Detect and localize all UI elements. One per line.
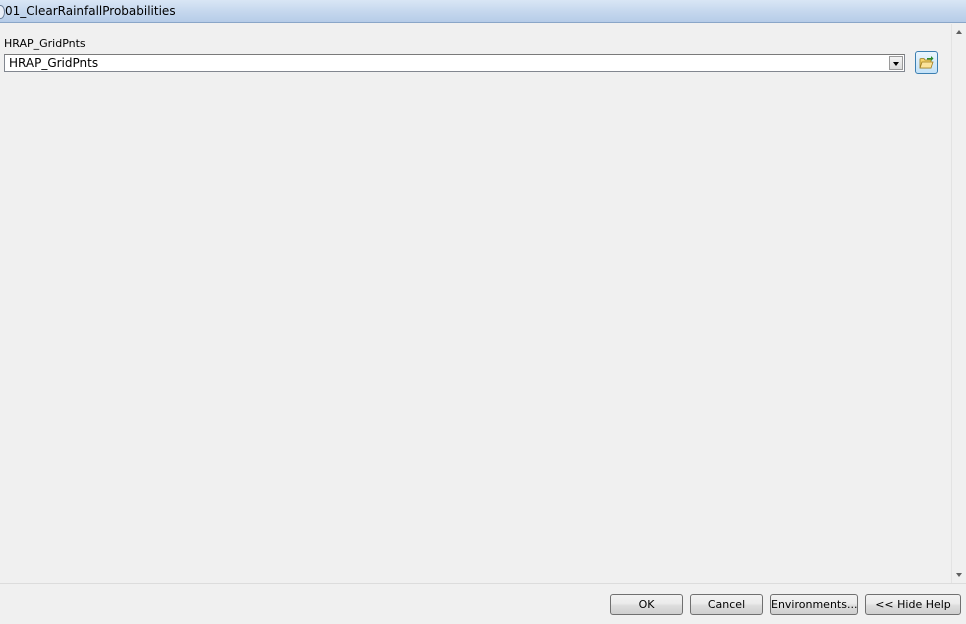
scroll-up-icon[interactable]: [956, 30, 962, 34]
ok-button[interactable]: OK: [610, 594, 683, 615]
tool-dialog: 01_ClearRainfallProbabilities HRAP_GridP…: [0, 0, 966, 624]
window-title: 01_ClearRainfallProbabilities: [5, 4, 176, 18]
environments-button[interactable]: Environments...: [770, 594, 858, 615]
cancel-button[interactable]: Cancel: [690, 594, 763, 615]
title-bar: 01_ClearRainfallProbabilities: [0, 0, 966, 23]
vertical-scrollbar[interactable]: [951, 24, 966, 583]
footer-divider: [0, 583, 966, 584]
param-dropdown[interactable]: HRAP_GridPnts: [4, 54, 905, 72]
chevron-down-icon[interactable]: [889, 56, 903, 70]
hide-help-button[interactable]: << Hide Help: [865, 594, 961, 615]
param-dropdown-value: HRAP_GridPnts: [9, 56, 99, 70]
browse-button[interactable]: [915, 51, 938, 74]
param-label: HRAP_GridPnts: [4, 37, 86, 50]
scroll-down-icon[interactable]: [956, 573, 962, 577]
open-folder-icon: [919, 56, 934, 69]
